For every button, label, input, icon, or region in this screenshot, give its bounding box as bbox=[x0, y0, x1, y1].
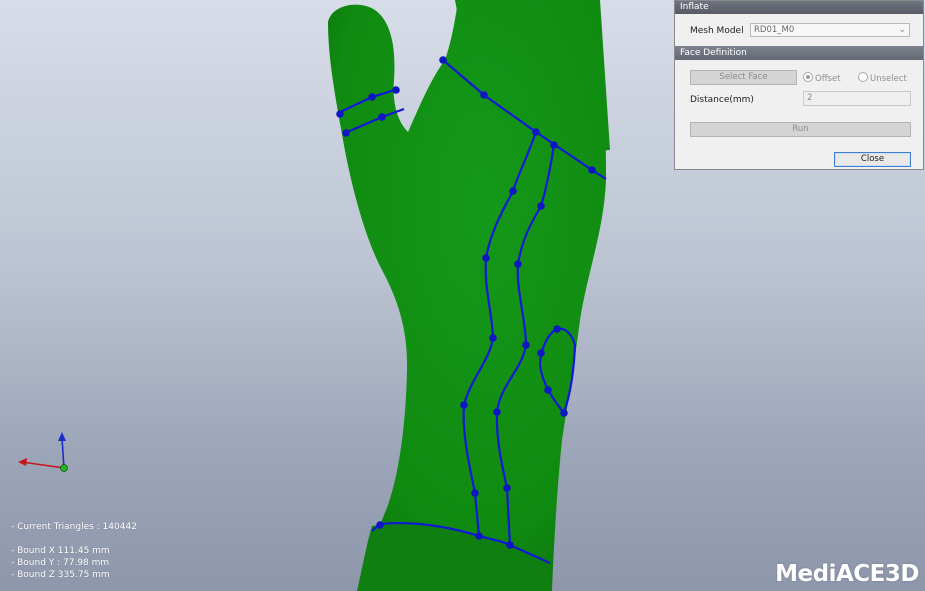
select-face-button[interactable]: Select Face bbox=[690, 70, 797, 85]
hand-mesh[interactable] bbox=[328, 0, 610, 591]
control-point bbox=[532, 128, 540, 136]
bound-y: - Bound Y : 77.98 mm bbox=[11, 558, 110, 568]
control-point bbox=[439, 56, 447, 64]
run-button[interactable]: Run bbox=[690, 122, 911, 137]
unselect-radio[interactable]: Unselect bbox=[858, 72, 907, 85]
control-point bbox=[506, 541, 514, 549]
control-point bbox=[480, 91, 488, 99]
bound-x: - Bound X 111.45 mm bbox=[11, 546, 110, 556]
control-point bbox=[475, 532, 483, 540]
control-point bbox=[544, 386, 552, 394]
mesh-model-label: Mesh Model bbox=[690, 26, 744, 36]
offset-radio[interactable]: Offset bbox=[803, 72, 841, 85]
inflate-panel: Inflate Mesh Model RD01_M0 ⌄ Face Defini… bbox=[674, 0, 924, 170]
distance-field[interactable]: 2 bbox=[803, 91, 911, 106]
unselect-radio-label: Unselect bbox=[870, 74, 907, 84]
mesh-model-value: RD01_M0 bbox=[754, 25, 795, 35]
chevron-down-icon: ⌄ bbox=[898, 25, 906, 35]
control-point bbox=[368, 93, 376, 101]
bound-z: - Bound Z 335.75 mm bbox=[11, 570, 110, 580]
distance-label: Distance(mm) bbox=[690, 95, 754, 105]
control-point bbox=[588, 166, 596, 174]
control-point bbox=[537, 349, 545, 357]
control-point bbox=[537, 202, 545, 210]
control-point bbox=[460, 401, 468, 409]
hand-mesh-body[interactable] bbox=[328, 0, 606, 591]
control-point bbox=[471, 489, 479, 497]
close-button[interactable]: Close bbox=[834, 152, 911, 167]
control-point bbox=[493, 408, 501, 416]
control-point bbox=[392, 86, 400, 94]
control-point bbox=[509, 187, 517, 195]
control-point bbox=[550, 141, 558, 149]
offset-radio-label: Offset bbox=[815, 74, 841, 84]
control-point bbox=[489, 334, 497, 342]
control-point bbox=[336, 110, 344, 118]
mediace3d-logo: MediACE3D bbox=[775, 561, 919, 587]
offset-radio-dot bbox=[803, 72, 813, 82]
unselect-radio-dot bbox=[858, 72, 868, 82]
control-point bbox=[376, 521, 384, 529]
control-point bbox=[553, 325, 561, 333]
axis-gizmo bbox=[18, 432, 68, 472]
control-point bbox=[522, 341, 530, 349]
control-point bbox=[378, 113, 386, 121]
triangle-count: - Current Triangles : 140442 bbox=[11, 522, 137, 532]
face-definition-header: Face Definition bbox=[675, 46, 923, 60]
control-point bbox=[482, 254, 490, 262]
control-point bbox=[342, 129, 350, 137]
mesh-model-dropdown[interactable]: RD01_M0 ⌄ bbox=[750, 23, 910, 37]
panel-title: Inflate bbox=[675, 1, 923, 14]
control-point bbox=[503, 484, 511, 492]
control-point bbox=[560, 409, 568, 417]
control-point bbox=[514, 260, 522, 268]
mesh-stats: - Current Triangles : 140442 - Bound X 1… bbox=[11, 521, 137, 581]
